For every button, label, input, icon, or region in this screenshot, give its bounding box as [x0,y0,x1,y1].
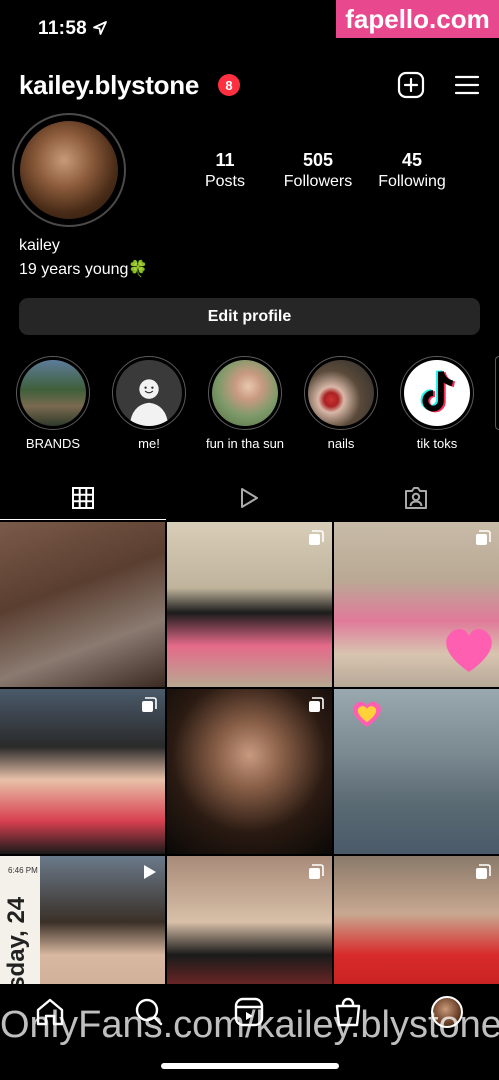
following-label: Following [378,173,446,190]
highlight-fun-in-tha-sun[interactable]: fun in tha sun [206,356,284,451]
multiple-photos-icon [309,864,324,879]
tab-tagged[interactable] [333,476,499,520]
new-post-icon[interactable] [396,70,426,100]
post-thumbnail[interactable] [0,689,165,854]
tiktok-logo-icon [420,369,456,413]
menu-icon[interactable] [452,70,482,100]
highlight-nails[interactable]: nails [303,356,379,451]
watermark-text: OnlyFans.com/kailey.blystone [0,1004,499,1046]
multiple-photos-icon [142,697,157,712]
grid-icon [72,486,94,509]
watermark-logo: fapello.com [336,0,499,38]
followers-stat[interactable]: 505 Followers [278,150,358,191]
highlight-nails-image [308,360,374,426]
highlight-sun-image [212,360,278,426]
multiple-photos-icon [476,864,491,879]
bio-text: 19 years young🍀 [19,261,149,278]
notification-badge[interactable]: 8 [218,74,240,96]
tagged-person-icon [405,487,427,509]
heart-sticker-icon [353,701,381,727]
play-icon [241,488,258,508]
highlight-me[interactable]: me! [111,356,187,451]
avatar-image [20,121,118,219]
following-stat[interactable]: 45 Following [372,150,452,191]
post-thumbnail[interactable] [334,689,499,854]
tab-posts-grid[interactable] [0,476,166,520]
highlight-tiktok-image [404,360,470,426]
following-count: 45 [401,150,423,170]
highlight-overflow-edge [495,356,499,430]
post-thumbnail[interactable] [167,522,332,687]
profile-tabs [0,476,499,520]
multiple-photos-icon [476,530,491,545]
highlight-brands[interactable]: BRANDS [15,356,91,451]
smiley-icon [129,379,169,426]
profile-avatar[interactable] [12,113,126,227]
status-bar: 11:58 fapello.com [0,0,499,56]
highlight-me-image [116,360,182,426]
display-name: kailey [19,237,60,254]
tab-reels[interactable] [166,476,332,520]
reel-play-icon [144,865,156,879]
highlight-brands-image [20,360,86,426]
status-time: 11:58 [38,18,88,39]
edit-profile-button[interactable]: Edit profile [19,298,480,335]
posts-count: 11 [215,150,235,170]
profile-header: kailey.blystone 8 [0,66,499,106]
heart-sticker-icon [446,628,492,672]
multiple-photos-icon [309,697,324,712]
highlight-tik-toks[interactable]: tik toks [399,356,475,451]
location-arrow-icon [93,21,107,35]
followers-label: Followers [283,173,353,190]
followers-count: 505 [302,150,334,170]
multiple-photos-icon [309,530,324,545]
posts-stat[interactable]: 11 Posts [200,150,250,191]
posts-label: Posts [204,173,245,190]
post-thumbnail[interactable] [334,522,499,687]
highlight-label: tik toks [416,436,458,451]
post-thumbnail[interactable] [0,522,165,687]
username-title[interactable]: kailey.blystone [19,70,199,101]
home-indicator[interactable] [161,1063,339,1069]
post-thumbnail[interactable] [167,689,332,854]
overlay-time: 6:46 PM [8,866,38,875]
